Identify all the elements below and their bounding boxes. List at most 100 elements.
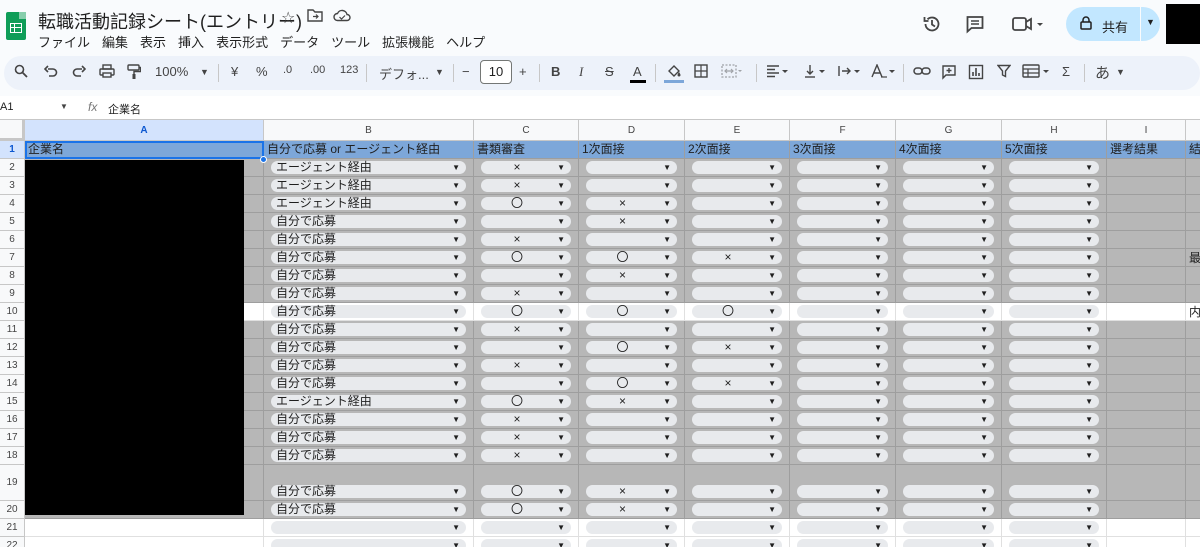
column-header-c[interactable]: C: [474, 120, 579, 141]
table-cell[interactable]: ▼: [896, 285, 1002, 303]
dropdown-chip[interactable]: ▼: [1009, 215, 1099, 228]
dropdown-arrow-icon[interactable]: ▼: [980, 395, 988, 408]
dropdown-chip[interactable]: 〇 ▼: [586, 251, 677, 264]
dropdown-arrow-icon[interactable]: ▼: [874, 287, 882, 300]
table-cell[interactable]: × ▼: [579, 195, 685, 213]
redo-icon[interactable]: [72, 64, 87, 81]
dropdown-arrow-icon[interactable]: ▼: [452, 287, 460, 300]
table-cell[interactable]: ▼: [1002, 285, 1107, 303]
table-cell[interactable]: ▼: [579, 177, 685, 195]
table-cell[interactable]: ▼: [790, 285, 896, 303]
table-cell[interactable]: エージェント経由 ▼: [264, 159, 474, 177]
dropdown-chip[interactable]: ▼: [903, 359, 994, 372]
table-cell[interactable]: ▼: [579, 231, 685, 249]
fill-color-icon[interactable]: [666, 64, 682, 81]
zoom-select[interactable]: 100%: [155, 64, 188, 79]
dropdown-arrow-icon[interactable]: ▼: [1085, 233, 1093, 246]
dropdown-arrow-icon[interactable]: ▼: [1085, 503, 1093, 516]
dropdown-chip[interactable]: 自分で応募 ▼: [271, 215, 466, 228]
borders-icon[interactable]: [694, 64, 708, 81]
dropdown-arrow-icon[interactable]: ▼: [768, 449, 776, 462]
table-cell[interactable]: ▼: [896, 501, 1002, 519]
dropdown-chip[interactable]: ▼: [903, 215, 994, 228]
dropdown-chip[interactable]: ▼: [692, 413, 782, 426]
table-cell[interactable]: ▼: [790, 267, 896, 285]
dropdown-arrow-icon[interactable]: ▼: [874, 305, 882, 318]
font-chevron-down-icon[interactable]: ▼: [435, 67, 444, 77]
table-cell[interactable]: ▼: [1002, 213, 1107, 231]
dropdown-chip[interactable]: ▼: [1009, 395, 1099, 408]
table-cell[interactable]: [1186, 339, 1200, 357]
column-header-f[interactable]: F: [790, 120, 896, 141]
table-cell[interactable]: ▼: [685, 267, 790, 285]
menu-extensions[interactable]: 拡張機能: [382, 32, 434, 51]
dropdown-chip[interactable]: ▼: [797, 377, 888, 390]
table-cell[interactable]: [1186, 465, 1200, 501]
table-cell[interactable]: [1186, 411, 1200, 429]
table-cell[interactable]: ▼: [685, 447, 790, 465]
dropdown-arrow-icon[interactable]: ▼: [663, 539, 671, 547]
avatar[interactable]: [1166, 4, 1200, 44]
table-cell[interactable]: ▼: [1002, 195, 1107, 213]
dropdown-chip[interactable]: ▼: [586, 359, 677, 372]
table-cell[interactable]: ▼: [790, 231, 896, 249]
table-cell[interactable]: ▼: [896, 231, 1002, 249]
dropdown-chip[interactable]: ▼: [692, 323, 782, 336]
table-cell[interactable]: [1186, 267, 1200, 285]
text-rotation-icon[interactable]: [871, 63, 897, 81]
dropdown-arrow-icon[interactable]: ▼: [557, 323, 565, 336]
table-cell[interactable]: [1107, 177, 1186, 195]
font-size-input[interactable]: 10: [480, 60, 512, 84]
menu-edit[interactable]: 編集: [102, 32, 128, 51]
column-header-d[interactable]: D: [579, 120, 685, 141]
table-cell[interactable]: 〇 ▼: [474, 303, 579, 321]
horizontal-align-icon[interactable]: [766, 64, 790, 81]
table-cell[interactable]: ▼: [896, 429, 1002, 447]
dropdown-chip[interactable]: ▼: [903, 449, 994, 462]
table-cell[interactable]: [1186, 177, 1200, 195]
dropdown-arrow-icon[interactable]: ▼: [980, 323, 988, 336]
dropdown-arrow-icon[interactable]: ▼: [874, 503, 882, 516]
dropdown-chip[interactable]: ▼: [797, 521, 888, 534]
dropdown-chip[interactable]: ▼: [586, 449, 677, 462]
dropdown-chip[interactable]: 〇 ▼: [481, 503, 571, 516]
dropdown-chip[interactable]: エージェント経由 ▼: [271, 161, 466, 174]
table-cell[interactable]: × ▼: [579, 393, 685, 411]
table-cell[interactable]: [1107, 195, 1186, 213]
table-cell[interactable]: ▼: [790, 501, 896, 519]
column-header-e[interactable]: E: [685, 120, 790, 141]
dropdown-chip[interactable]: ▼: [903, 539, 994, 547]
dropdown-chip[interactable]: ▼: [903, 179, 994, 192]
vertical-align-icon[interactable]: [803, 64, 827, 81]
table-cell[interactable]: ▼: [896, 447, 1002, 465]
dropdown-arrow-icon[interactable]: ▼: [663, 503, 671, 516]
table-cell[interactable]: 自分で応募 ▼: [264, 501, 474, 519]
table-cell[interactable]: 自分で応募 ▼: [264, 411, 474, 429]
dropdown-chip[interactable]: ▼: [692, 485, 782, 498]
dropdown-chip[interactable]: ▼: [797, 539, 888, 547]
row-header[interactable]: 1: [0, 141, 25, 159]
dropdown-arrow-icon[interactable]: ▼: [980, 485, 988, 498]
dropdown-chip[interactable]: × ▼: [586, 197, 677, 210]
row-header[interactable]: 16: [0, 411, 25, 429]
dropdown-chip[interactable]: ▼: [692, 521, 782, 534]
dropdown-arrow-icon[interactable]: ▼: [874, 485, 882, 498]
dropdown-arrow-icon[interactable]: ▼: [452, 431, 460, 444]
row-header[interactable]: 7: [0, 249, 25, 267]
dropdown-arrow-icon[interactable]: ▼: [874, 431, 882, 444]
menu-data[interactable]: データ: [280, 32, 319, 51]
column-header-g[interactable]: G: [896, 120, 1002, 141]
table-cell[interactable]: ▼: [685, 357, 790, 375]
undo-icon[interactable]: [43, 64, 58, 81]
table-cell[interactable]: [1186, 321, 1200, 339]
decrease-font-size-icon[interactable]: −: [462, 64, 470, 79]
dropdown-arrow-icon[interactable]: ▼: [452, 503, 460, 516]
dropdown-chip[interactable]: ▼: [1009, 287, 1099, 300]
dropdown-chip[interactable]: × ▼: [692, 251, 782, 264]
dropdown-chip[interactable]: 自分で応募 ▼: [271, 359, 466, 372]
table-cell[interactable]: ▼: [896, 177, 1002, 195]
dropdown-chip[interactable]: 〇 ▼: [586, 377, 677, 390]
dropdown-arrow-icon[interactable]: ▼: [1085, 395, 1093, 408]
table-cell[interactable]: ▼: [790, 303, 896, 321]
dropdown-arrow-icon[interactable]: ▼: [980, 215, 988, 228]
